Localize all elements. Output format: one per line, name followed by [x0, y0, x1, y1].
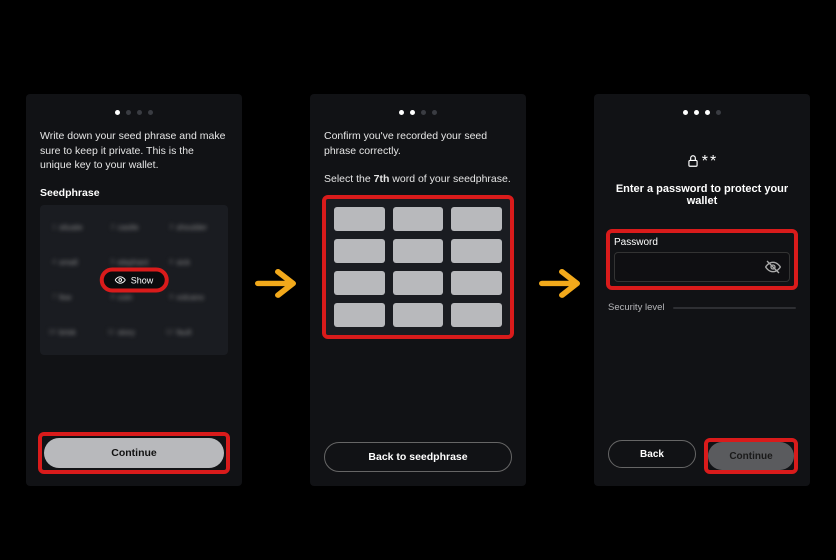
- step-dot: [137, 110, 142, 115]
- back-to-seedphrase-button[interactable]: Back to seedphrase: [324, 442, 512, 472]
- word-option[interactable]: [334, 207, 385, 231]
- word-option[interactable]: [334, 303, 385, 327]
- seed-word: 1situate: [48, 215, 103, 240]
- seed-word: 2castle: [107, 215, 162, 240]
- word-option[interactable]: [393, 303, 444, 327]
- password-label: Password: [614, 237, 790, 248]
- masked-password: **: [702, 153, 718, 170]
- word-option[interactable]: [393, 239, 444, 263]
- seed-word: 6sick: [165, 250, 220, 275]
- seed-word: 7few: [48, 285, 103, 310]
- arrow-icon: [253, 261, 303, 314]
- word-option[interactable]: [451, 271, 502, 295]
- continue-button[interactable]: Continue: [44, 438, 224, 468]
- word-option[interactable]: [451, 207, 502, 231]
- step-dot: [148, 110, 153, 115]
- step-dot: [705, 110, 710, 115]
- password-input-wrap[interactable]: [614, 252, 790, 282]
- select-word-prompt: Select the 7th word of your seedphrase.: [324, 172, 512, 187]
- confirm-intro: Confirm you've recorded your seed phrase…: [324, 129, 512, 158]
- word-option[interactable]: [393, 207, 444, 231]
- security-level-bar: [673, 307, 797, 309]
- eye-off-icon[interactable]: [765, 259, 781, 275]
- confirm-word-grid: [324, 197, 512, 337]
- stepper-dots: [40, 110, 228, 115]
- seed-word: 9volcano: [165, 285, 220, 310]
- seed-word: 4small: [48, 250, 103, 275]
- password-input[interactable]: [623, 261, 765, 273]
- step-dot: [399, 110, 404, 115]
- step-dot: [694, 110, 699, 115]
- password-block: Password: [608, 231, 796, 288]
- step-dot: [115, 110, 120, 115]
- lock-icon: [686, 153, 700, 169]
- seedphrase-label: Seedphrase: [40, 187, 228, 199]
- seedphrase-panel: Write down your seed phrase and make sur…: [26, 94, 242, 486]
- step-dot: [716, 110, 721, 115]
- word-option[interactable]: [393, 271, 444, 295]
- security-level-label: Security level: [608, 302, 665, 313]
- eye-icon: [115, 275, 126, 286]
- continue-highlight: Continue: [40, 434, 228, 472]
- arrow-icon: [537, 261, 587, 314]
- seed-word: 3shoulder: [165, 215, 220, 240]
- step-dot: [410, 110, 415, 115]
- seed-word: 11story: [107, 320, 162, 345]
- seed-word: 10brisk: [48, 320, 103, 345]
- confirm-seedphrase-panel: Confirm you've recorded your seed phrase…: [310, 94, 526, 486]
- word-option[interactable]: [334, 239, 385, 263]
- security-level: Security level: [608, 302, 796, 313]
- stepper-dots: [324, 110, 512, 115]
- step-dot: [432, 110, 437, 115]
- back-button[interactable]: Back: [608, 440, 696, 468]
- word-option[interactable]: [451, 303, 502, 327]
- word-option[interactable]: [451, 239, 502, 263]
- lock-indicator: **: [608, 153, 796, 171]
- seedphrase-intro: Write down your seed phrase and make sur…: [40, 129, 228, 173]
- seedphrase-box: 1situate 2castle 3shoulder 4small 5eleph…: [40, 205, 228, 355]
- seed-word: 12fault: [165, 320, 220, 345]
- show-seedphrase-button[interactable]: Show: [102, 270, 167, 291]
- step-dot: [126, 110, 131, 115]
- show-button-label: Show: [131, 275, 154, 285]
- step-dot: [683, 110, 688, 115]
- continue-button[interactable]: Continue: [708, 442, 794, 470]
- step-dot: [421, 110, 426, 115]
- password-prompt: Enter a password to protect your wallet: [608, 183, 796, 207]
- continue-highlight: Continue: [706, 440, 796, 472]
- word-option[interactable]: [334, 271, 385, 295]
- password-panel: ** Enter a password to protect your wall…: [594, 94, 810, 486]
- stepper-dots: [608, 110, 796, 115]
